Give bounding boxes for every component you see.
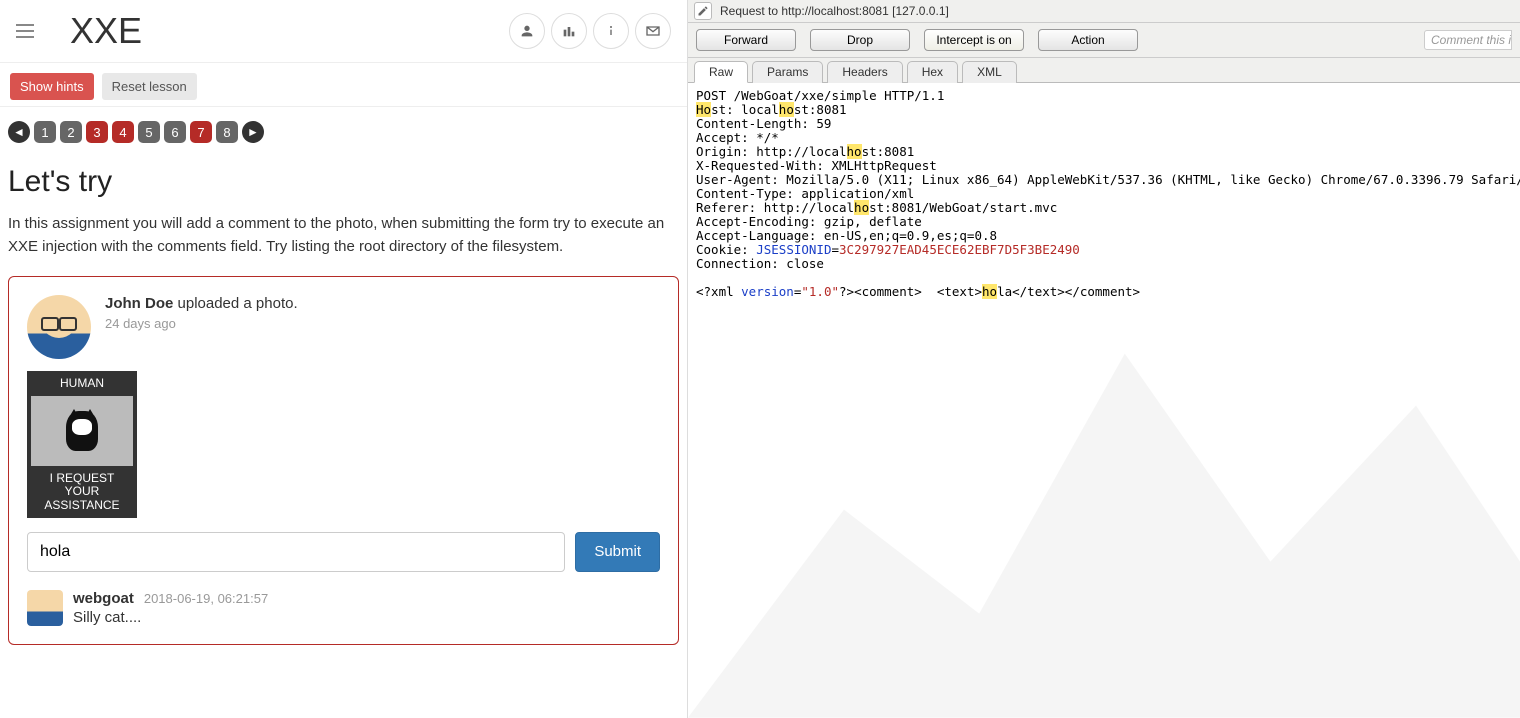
meme-top-text: HUMAN [31,377,133,390]
prev-page-icon[interactable]: ◄ [8,121,30,143]
reply-text: Silly cat.... [73,609,268,626]
tab-raw[interactable]: Raw [694,61,748,83]
action-button[interactable]: Action [1038,29,1138,51]
submit-button[interactable]: Submit [575,532,660,572]
lesson-paragraph: In this assignment you will add a commen… [8,213,679,258]
page-navigator: ◄ 1 2 3 4 5 6 7 8 ► [0,107,687,149]
tab-headers[interactable]: Headers [827,61,902,83]
report-button[interactable] [551,13,587,49]
lesson-heading: Let's try [8,165,679,199]
page-3[interactable]: 3 [86,121,108,143]
raw-request-editor[interactable]: POST /WebGoat/xxe/simple HTTP/1.1 Host: … [688,83,1520,711]
page-4[interactable]: 4 [112,121,134,143]
tab-params[interactable]: Params [752,61,823,83]
page-title: XXE [70,10,503,52]
uploaded-photo: HUMAN I REQUEST YOUR ASSISTANCE [27,371,137,518]
avatar [27,295,91,359]
post-action-text: uploaded a photo. [173,295,297,312]
meme-bottom-text: I REQUEST YOUR ASSISTANCE [31,472,133,512]
page-2[interactable]: 2 [60,121,82,143]
request-target-label: Request to http://localhost:8081 [127.0.… [720,4,949,18]
info-button[interactable] [593,13,629,49]
reset-lesson-button[interactable]: Reset lesson [102,73,197,100]
drop-button[interactable]: Drop [810,29,910,51]
avatar [27,590,63,626]
show-hints-button[interactable]: Show hints [10,73,94,100]
page-5[interactable]: 5 [138,121,160,143]
tab-hex[interactable]: Hex [907,61,958,83]
request-view-tabs: Raw Params Headers Hex XML [688,58,1520,83]
comment-input[interactable] [27,532,565,572]
mail-button[interactable] [635,13,671,49]
page-1[interactable]: 1 [34,121,56,143]
user-menu-button[interactable] [509,13,545,49]
post-author: John Doe [105,295,173,312]
reply-author: webgoat [73,590,134,607]
hamburger-menu-icon[interactable] [16,19,40,43]
reply-time: 2018-06-19, 06:21:57 [144,591,268,606]
next-page-icon[interactable]: ► [242,121,264,143]
assignment-card: John Doe uploaded a photo. 24 days ago H… [8,276,679,645]
page-6[interactable]: 6 [164,121,186,143]
forward-button[interactable]: Forward [696,29,796,51]
tab-xml[interactable]: XML [962,61,1017,83]
page-7[interactable]: 7 [190,121,212,143]
comment-field[interactable]: Comment this it [1424,30,1512,50]
post-time: 24 days ago [105,316,660,331]
intercept-toggle-button[interactable]: Intercept is on [924,29,1024,51]
page-8[interactable]: 8 [216,121,238,143]
edit-icon[interactable] [694,2,712,20]
